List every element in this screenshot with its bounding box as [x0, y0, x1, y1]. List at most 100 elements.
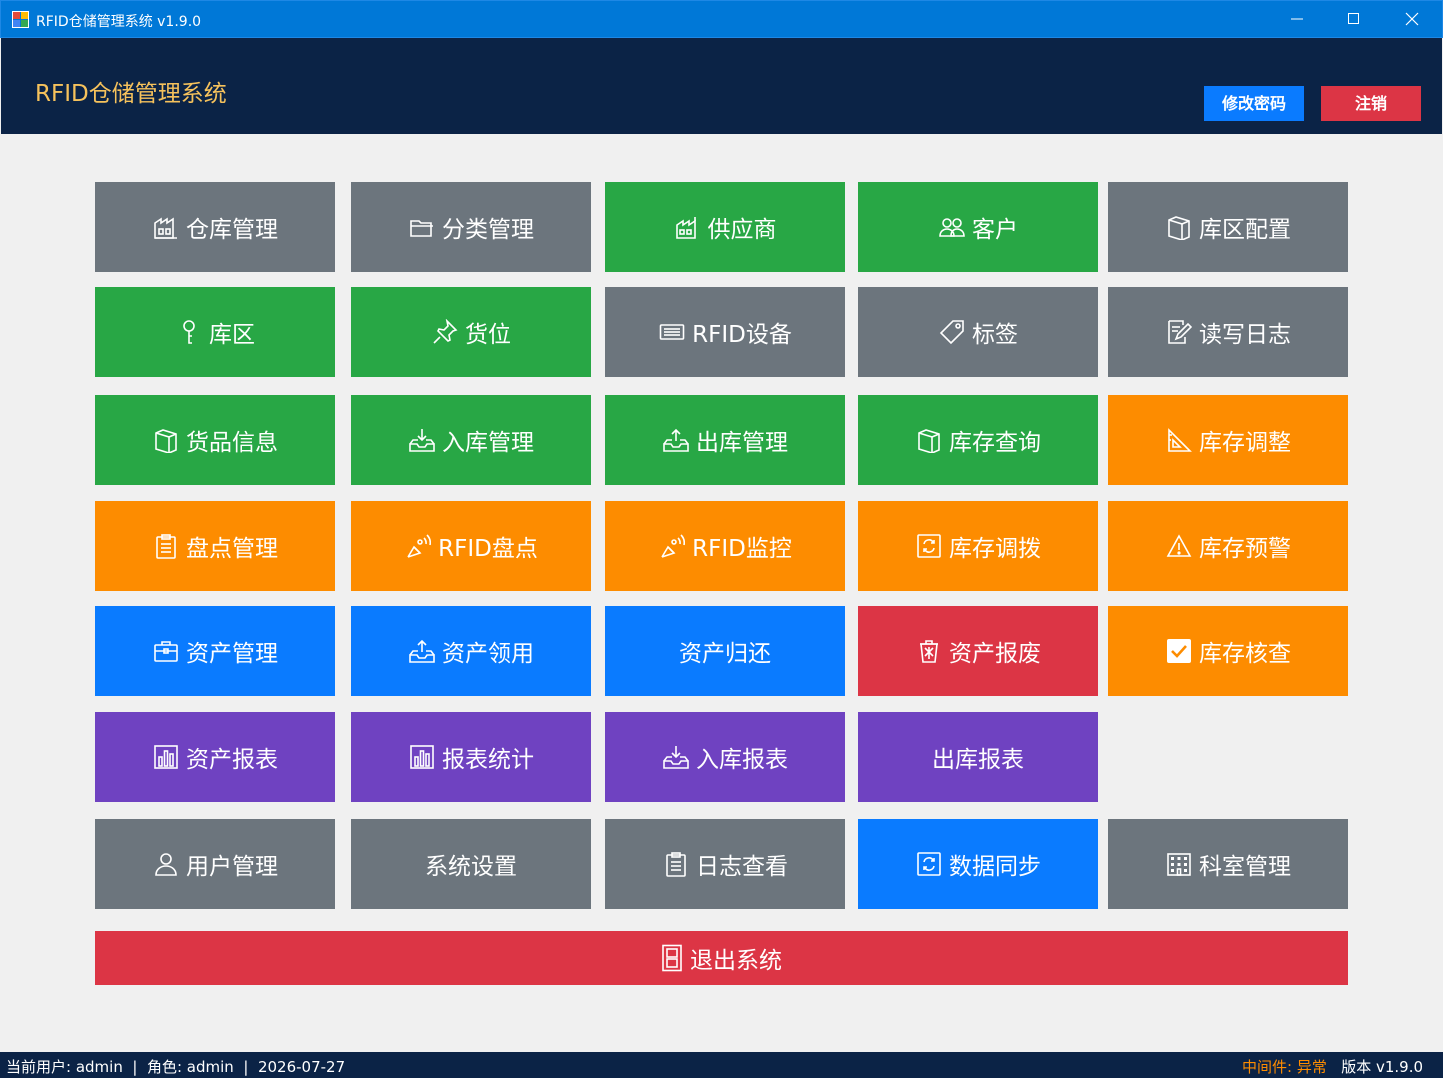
tile-label: 库存核查: [1199, 641, 1291, 667]
warning-icon: [1165, 532, 1193, 560]
factory-icon: [674, 213, 702, 241]
inbox-out-icon: [408, 637, 436, 665]
tile-13[interactable]: 库存查询: [858, 395, 1098, 485]
minimize-button[interactable]: [1269, 1, 1327, 38]
tile-label: 报表统计: [442, 747, 534, 773]
tile-20[interactable]: 资产管理: [95, 606, 335, 696]
inbox-in-icon: [408, 426, 436, 454]
tile-label: 读写日志: [1199, 322, 1291, 348]
tile-5[interactable]: 库区: [95, 287, 335, 377]
middleware-status: 中间件: 异常: [1242, 1058, 1327, 1076]
tile-0[interactable]: 仓库管理: [95, 182, 335, 272]
app-icon: [12, 11, 30, 28]
maximize-button[interactable]: [1326, 1, 1384, 38]
tile-3[interactable]: 客户: [858, 182, 1098, 272]
tile-18[interactable]: 库存调拨: [858, 501, 1098, 591]
tile-label: 入库管理: [442, 430, 534, 456]
tile-33[interactable]: 科室管理: [1108, 819, 1348, 909]
tile-label: 货位: [465, 322, 511, 348]
tile-label: 盘点管理: [186, 536, 278, 562]
tile-9[interactable]: 读写日志: [1108, 287, 1348, 377]
tile-1[interactable]: 分类管理: [351, 182, 591, 272]
tile-label: RFID盘点: [438, 536, 538, 562]
tile-32[interactable]: 数据同步: [858, 819, 1098, 909]
tile-label: 货品信息: [186, 430, 278, 456]
brand-title: RFID仓储管理系统: [35, 81, 227, 107]
tile-label: 科室管理: [1199, 854, 1291, 880]
tile-25[interactable]: 资产报表: [95, 712, 335, 802]
antenna-icon: [404, 532, 432, 560]
tile-4[interactable]: 库区配置: [1108, 182, 1348, 272]
tile-label: 日志查看: [696, 854, 788, 880]
building-icon: [1165, 850, 1193, 878]
clipboard-icon: [152, 532, 180, 560]
edit-doc-icon: [1165, 318, 1193, 346]
tile-7[interactable]: RFID设备: [605, 287, 845, 377]
tile-label: 数据同步: [949, 854, 1041, 880]
ruler-triangle-icon: [1165, 426, 1193, 454]
tile-label: 库存调拨: [949, 536, 1041, 562]
status-separator: |: [132, 1058, 138, 1076]
tile-24[interactable]: 库存核查: [1108, 606, 1348, 696]
briefcase-icon: [152, 637, 180, 665]
logout-button[interactable]: 注销: [1321, 86, 1421, 121]
close-icon: [1405, 12, 1419, 26]
inbox-in-icon: [662, 743, 690, 771]
status-role: 角色: admin: [146, 1058, 234, 1076]
app-header: RFID仓储管理系统 修改密码 注销: [1, 38, 1442, 134]
tile-label: 出库报表: [932, 747, 1024, 773]
tile-label: 库存预警: [1199, 536, 1291, 562]
refresh-icon: [915, 850, 943, 878]
tile-label: 出库管理: [696, 430, 788, 456]
tile-label: 库区: [209, 322, 255, 348]
box-icon: [1165, 213, 1193, 241]
device-icon: [658, 318, 686, 346]
box-icon: [152, 426, 180, 454]
tile-29[interactable]: 用户管理: [95, 819, 335, 909]
tile-label: 仓库管理: [186, 217, 278, 243]
box-icon: [915, 426, 943, 454]
tile-19[interactable]: 库存预警: [1108, 501, 1348, 591]
tile-15[interactable]: 盘点管理: [95, 501, 335, 591]
status-separator: |: [243, 1058, 249, 1076]
tile-28[interactable]: 出库报表: [858, 712, 1098, 802]
tile-8[interactable]: 标签: [858, 287, 1098, 377]
tile-23[interactable]: 资产报废: [858, 606, 1098, 696]
maximize-icon: [1348, 13, 1359, 24]
tile-label: 标签: [972, 322, 1018, 348]
tile-label: 库存调整: [1199, 430, 1291, 456]
tile-17[interactable]: RFID监控: [605, 501, 845, 591]
tile-label: RFID设备: [692, 322, 792, 348]
checkbox-icon: [1165, 637, 1193, 665]
tile-30[interactable]: 系统设置: [351, 819, 591, 909]
bar-chart-icon: [408, 743, 436, 771]
tile-2[interactable]: 供应商: [605, 182, 845, 272]
warehouse-icon: [152, 213, 180, 241]
exit-system-label: 退出系统: [690, 948, 782, 974]
change-password-button[interactable]: 修改密码: [1204, 86, 1304, 121]
tile-22[interactable]: 资产归还: [605, 606, 845, 696]
tile-label: 资产归还: [679, 641, 771, 667]
tile-27[interactable]: 入库报表: [605, 712, 845, 802]
tile-16[interactable]: RFID盘点: [351, 501, 591, 591]
tile-10[interactable]: 货品信息: [95, 395, 335, 485]
close-button[interactable]: [1384, 1, 1442, 38]
tile-14[interactable]: 库存调整: [1108, 395, 1348, 485]
tile-label: 资产管理: [186, 641, 278, 667]
version-label: 版本 v1.9.0: [1341, 1058, 1423, 1076]
exit-system-button[interactable]: 退出系统: [95, 931, 1348, 985]
tile-label: 资产报表: [186, 747, 278, 773]
tile-11[interactable]: 入库管理: [351, 395, 591, 485]
tile-21[interactable]: 资产领用: [351, 606, 591, 696]
tile-label: 用户管理: [186, 854, 278, 880]
inbox-out-icon: [662, 426, 690, 454]
window-title: RFID仓储管理系统 v1.9.0: [36, 14, 202, 30]
tile-12[interactable]: 出库管理: [605, 395, 845, 485]
trash-icon: [915, 637, 943, 665]
tile-6[interactable]: 货位: [351, 287, 591, 377]
tile-26[interactable]: 报表统计: [351, 712, 591, 802]
refresh-icon: [915, 532, 943, 560]
tile-31[interactable]: 日志查看: [605, 819, 845, 909]
tile-label: 库区配置: [1199, 217, 1291, 243]
tile-label: 系统设置: [425, 854, 517, 880]
